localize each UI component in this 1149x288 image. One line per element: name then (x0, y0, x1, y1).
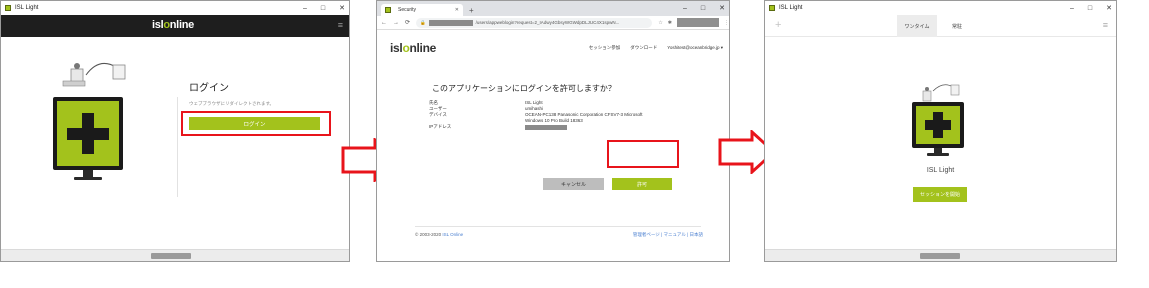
close-button[interactable]: ✕ (1106, 4, 1112, 12)
tab-one-time[interactable]: ワンタイム (897, 15, 937, 37)
session-tabs-bar: + ワンタイム 常駐 ≡ (765, 15, 1116, 37)
login-heading: ログイン (189, 83, 229, 94)
lock-icon: 🔒 (420, 19, 426, 25)
cancel-button[interactable]: キャンセル (543, 178, 604, 190)
minimize-button[interactable]: – (683, 5, 687, 12)
info-row: IPアドレス (429, 124, 675, 132)
allow-button[interactable]: 許可 (612, 178, 672, 190)
nav-download[interactable]: ダウンロード (630, 45, 657, 51)
login-content: ログイン ウェブブラウザにリダイレクトされます。 ログイン (1, 37, 349, 249)
isl-favicon-icon (385, 7, 391, 13)
app-info-list: 氏名 ISL Light ユーザー umihashi デバイス OCEAN-PC138… (429, 100, 675, 132)
brand-bar: islonline ≡ (1, 15, 349, 37)
isl-light-app-icon (769, 5, 775, 11)
minimize-button[interactable]: – (1070, 5, 1074, 12)
redacted-domain (428, 19, 473, 26)
footer-copyright: © 2003-2020 ISL Online (415, 232, 464, 237)
window-controls: – □ ✕ (683, 1, 725, 15)
new-tab-button[interactable]: + (469, 4, 474, 16)
maximize-button[interactable]: □ (701, 5, 705, 12)
nav-join-session[interactable]: セッション参加 (589, 45, 621, 51)
isl-light-main-window: ISL Light – □ ✕ + ワンタイム 常駐 ≡ ISL Light セ… (764, 0, 1117, 262)
maximize-button[interactable]: □ (321, 5, 325, 12)
close-button[interactable]: ✕ (719, 4, 725, 12)
browser-toolbar: ← → ⟳ 🔒 /users/appweblogin?request=2_IAd… (377, 16, 729, 30)
reload-icon[interactable]: ⟳ (405, 19, 410, 26)
close-button[interactable]: ✕ (339, 4, 345, 12)
app-name-label: ISL Light (926, 167, 955, 174)
browser-tab-strip: Security ✕ + – □ ✕ (377, 1, 729, 16)
start-session-button[interactable]: セッションを開始 (913, 187, 967, 202)
login-highlight-box (181, 111, 331, 136)
title-bar: ISL Light – □ ✕ (1, 1, 349, 15)
window-controls: – □ ✕ (303, 1, 345, 15)
extensions-icon[interactable]: ✱ (668, 20, 672, 26)
window-title: ISL Light (779, 5, 803, 11)
hamburger-menu-icon[interactable]: ≡ (1103, 20, 1108, 30)
islonline-logo: islonline (152, 19, 194, 31)
mode-tabs: ワンタイム 常駐 (897, 15, 977, 37)
hamburger-menu-icon[interactable]: ≡ (338, 20, 343, 30)
footer-links[interactable]: 管理者ページ | マニュアル | 日本語 (633, 232, 703, 238)
minimize-button[interactable]: – (303, 5, 307, 12)
forward-icon[interactable]: → (393, 20, 399, 26)
bottom-scrollbar[interactable] (1, 249, 349, 261)
title-bar: ISL Light – □ ✕ (765, 1, 1116, 15)
window-controls: – □ ✕ (1070, 1, 1112, 15)
redacted-profile[interactable] (677, 18, 719, 27)
url-text: /users/appweblogin?request=2_IAdwy4GbsyW… (475, 20, 620, 25)
nav-account[interactable]: Yoshitest@oceanbridge.jp ▾ (667, 45, 723, 51)
redacted-ip (525, 124, 567, 130)
scroll-thumb[interactable] (920, 253, 960, 259)
scroll-thumb[interactable] (151, 253, 191, 259)
tab-unattended[interactable]: 常駐 (937, 15, 977, 37)
toolbar-icons: ☆ ✱ ⋮ (658, 18, 729, 27)
address-bar[interactable]: 🔒 /users/appweblogin?request=2_IAdwy4Gbs… (416, 17, 653, 28)
star-icon[interactable]: ☆ (658, 20, 662, 26)
footer-divider (415, 226, 701, 227)
bottom-scrollbar[interactable] (765, 249, 1116, 261)
maximize-button[interactable]: □ (1088, 5, 1092, 12)
redirect-hint: ウェブブラウザにリダイレクトされます。 (189, 101, 275, 106)
tab-security[interactable]: Security ✕ (381, 4, 463, 16)
more-icon[interactable]: ⋮ (724, 20, 729, 26)
consent-headline: このアプリケーションにログインを許可しますか？ (432, 84, 616, 93)
top-nav: セッション参加 ダウンロード Yoshitest@oceanbridge.jp … (589, 45, 723, 51)
window-title: ISL Light (15, 5, 39, 11)
add-session-button[interactable]: + (775, 19, 781, 31)
allow-highlight-box (607, 140, 679, 168)
isl-light-app-icon (5, 5, 11, 11)
isl-online-link[interactable]: ISL Online (442, 232, 463, 237)
back-icon[interactable]: ← (381, 20, 387, 26)
tab-title: Security (398, 7, 417, 13)
islonline-logo: islonline (390, 41, 436, 55)
tutorial-stage: ISL Light – □ ✕ islonline ≡ ログイン ウェブブラウザ… (0, 0, 1149, 288)
vertical-divider (177, 97, 178, 197)
tab-close-icon[interactable]: ✕ (455, 7, 459, 13)
browser-window: Security ✕ + – □ ✕ ← → ⟳ 🔒 /users/appweb… (376, 0, 730, 262)
